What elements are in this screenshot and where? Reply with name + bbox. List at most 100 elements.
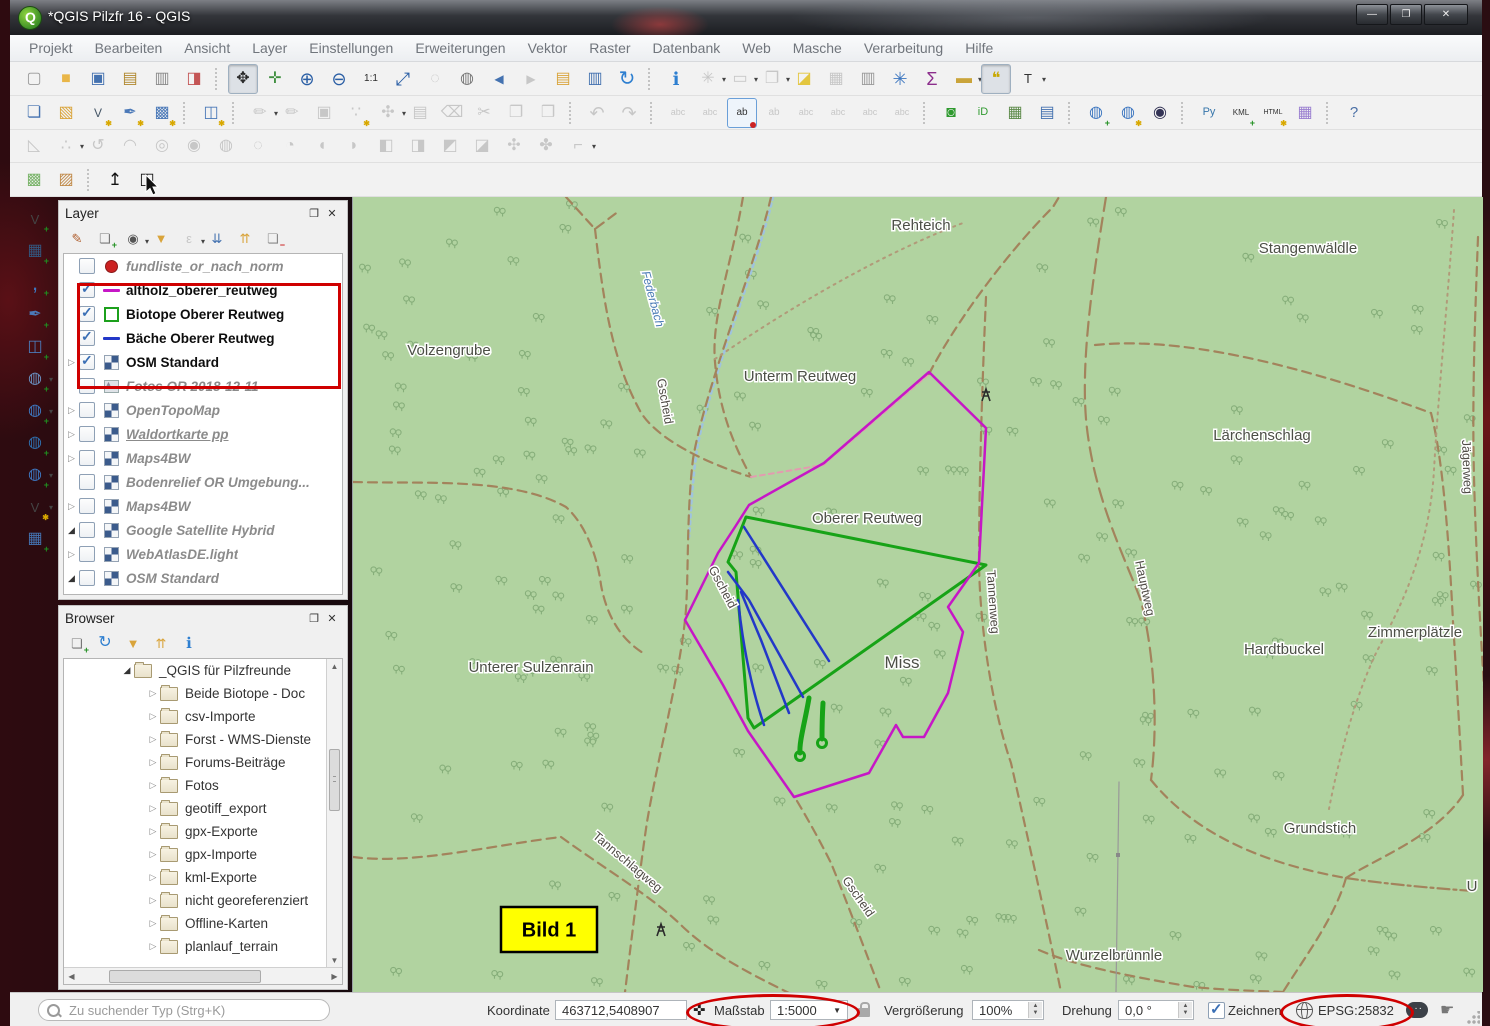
map-style-plugin-button[interactable]: ▨ [51,165,81,195]
browser-properties-button[interactable]: ℹ [176,631,202,655]
browser-item-forst-wms-dienste[interactable]: ▷Forst - WMS-Dienste [64,728,342,751]
expander-icon[interactable]: ▷ [64,549,79,560]
new-geopackage-button[interactable]: ▦+ [20,524,50,554]
plugin-green-plug-button[interactable]: ◙ [936,98,966,128]
zoom-out-button[interactable]: ⊖ [324,64,354,94]
layer-item-osm-standard[interactable]: ◢OSM Standard [64,566,342,590]
help-button[interactable]: ? [1339,98,1369,128]
new-shapefile-layer-button[interactable]: ◫✱ [196,98,226,128]
identify-features-button[interactable]: ℹ [661,64,691,94]
processing-toolbox-button[interactable]: ✳ [885,64,915,94]
browser-item-csv-importe[interactable]: ▷csv-Importe [64,705,342,728]
layer-item-maps4bw[interactable]: ▷Maps4BW [64,494,342,518]
add-vector-layer-button[interactable]: V+ [20,204,50,234]
resize-grip[interactable] [1466,1011,1480,1025]
menu-web[interactable]: Web [731,35,782,61]
browser-item-beide-biotope-doc[interactable]: ▷Beide Biotope - Doc [64,682,342,705]
messages-icon[interactable] [1406,1002,1428,1018]
layer-item-webatlasde-light[interactable]: ▷WebAtlasDE.light [64,542,342,566]
filter-legend-button[interactable]: ▼ [148,226,174,250]
osm-id-editor-button[interactable]: iD [968,98,998,128]
browser-vertical-scrollbar[interactable]: ▲ ▼ [326,659,342,968]
layer-item-opentopomap[interactable]: ▷OpenTopoMap [64,398,342,422]
new-virtual-layer-button[interactable]: V✱ [83,98,113,128]
osm-place-search-button[interactable]: ◉ [1145,98,1175,128]
menu-einstellungen[interactable]: Einstellungen [298,35,404,61]
scale-combo[interactable]: 1:5000▼ [770,1000,848,1020]
add-group-button[interactable]: ❏+ [92,226,118,250]
datasource-manager-button[interactable]: ❏ [19,98,49,128]
lock-scale-icon[interactable] [858,1008,870,1017]
refresh-browser-button[interactable]: ↻ [92,631,118,655]
scroll-left-icon[interactable]: ◀ [64,972,79,981]
new-spatialite-layer-button[interactable]: ✒✱ [115,98,145,128]
map-canvas[interactable]: RehteichStangenwäldleVolzengrubeUnterm R… [352,197,1483,992]
expander-icon[interactable]: ▷ [146,757,160,768]
zoom-last-button[interactable]: ◀ [484,64,514,94]
python-console-button[interactable]: Py [1194,98,1224,128]
layer-item-osm-standard[interactable]: ▷OSM Standard [64,350,342,374]
layer-item-google-satellite-hybrid[interactable]: ◢Google Satellite Hybrid [64,518,342,542]
coordinate-value[interactable]: 463712,5408907 [555,1000,687,1020]
rotation-spinbox[interactable]: 0,0 °▲▼ [1118,1000,1194,1020]
plugin-image-export-button[interactable]: ▦ [1000,98,1030,128]
browser-item-nicht-georeferenziert[interactable]: ▷nicht georeferenziert [64,889,342,912]
zoom-full-button[interactable]: ⤢ [388,64,418,94]
menu-raster[interactable]: Raster [578,35,641,61]
pan-to-selection-button[interactable]: ✛ [260,64,290,94]
show-bookmarks-button[interactable]: ▥ [580,64,610,94]
layer-visibility-checkbox[interactable] [79,546,95,562]
zoom-in-button[interactable]: ⊕ [292,64,322,94]
add-selected-layers-button[interactable]: ❏+ [64,631,90,655]
browser-item-gpx-exporte[interactable]: ▷gpx-Exporte [64,820,342,843]
browser-item-offline-karten[interactable]: ▷Offline-Karten [64,912,342,935]
manage-map-themes-button[interactable]: ◉▾ [120,226,146,250]
dock-close-icon[interactable]: ✕ [323,205,341,221]
open-layer-styling-button[interactable]: ✎ [64,226,90,250]
add-wfs-layer-button[interactable]: ◍+▾ [20,460,50,490]
show-statistics-button[interactable]: Σ [917,64,947,94]
crs-status[interactable]: EPSG:25832 [1318,1003,1394,1018]
map-tips-button[interactable]: ❝ [981,64,1011,94]
zoom-native-button[interactable]: 1:1 [356,64,386,94]
collapse-browser-button[interactable]: ⇈ [148,631,174,655]
add-virtual-layer-button[interactable]: V✱▾ [20,492,50,522]
browser-item-gpx-importe[interactable]: ▷gpx-Importe [64,843,342,866]
open-project-button[interactable]: ■ [51,64,81,94]
expander-icon[interactable]: ▷ [64,429,79,440]
new-print-layout-button[interactable]: ▤ [115,64,145,94]
spin-arrows-icon[interactable]: ▲▼ [1178,1002,1192,1018]
expander-icon[interactable]: ▷ [64,501,79,512]
expander-icon[interactable]: ▷ [146,941,160,952]
menu-ansicht[interactable]: Ansicht [173,35,241,61]
menu-hilfe[interactable]: Hilfe [954,35,1004,61]
restore-button[interactable]: ❐ [1390,4,1422,25]
dock-float-icon[interactable]: ❐ [305,610,323,626]
scroll-down-icon[interactable]: ▼ [327,953,342,968]
expand-all-button[interactable]: ⇊ [204,226,230,250]
menu-bearbeiten[interactable]: Bearbeiten [84,35,174,61]
save-project-button[interactable]: ▣ [83,64,113,94]
add-postgis-layer-button[interactable]: ◍+▾ [20,364,50,394]
magnifier-spinbox[interactable]: 100%▲▼ [972,1000,1044,1020]
collapse-all-button[interactable]: ⇈ [232,226,258,250]
browser-item-planlauf-terrain[interactable]: ▷planlauf_terrain [64,935,342,958]
measure-button[interactable]: ▬▾ [949,64,979,94]
quickmapservices-button[interactable]: ▩ [19,165,49,195]
new-geopackage-layer-button[interactable]: ▧ [51,98,81,128]
layer-visibility-checkbox[interactable] [79,570,95,586]
expander-icon[interactable]: ▷ [64,453,79,464]
browser-item-geotiff-export[interactable]: ▷geotiff_export [64,797,342,820]
add-raster-layer-button[interactable]: ▦+ [20,236,50,266]
spin-arrows-icon[interactable]: ▲▼ [1028,1002,1042,1018]
layer-visibility-checkbox[interactable] [79,306,95,322]
mouse-position-icon[interactable]: ✜ [693,993,706,1026]
layer-visibility-checkbox[interactable] [79,378,95,394]
menu-vektor[interactable]: Vektor [517,35,579,61]
close-button[interactable]: ✕ [1424,4,1468,25]
layer-visibility-checkbox[interactable] [79,402,95,418]
expander-icon[interactable]: ▷ [146,849,160,860]
filter-browser-button[interactable]: ▼ [120,631,146,655]
menu-verarbeitung[interactable]: Verarbeitung [853,35,954,61]
layer-item-altholz-oberer-reutweg[interactable]: altholz_oberer_reutweg [64,278,342,302]
